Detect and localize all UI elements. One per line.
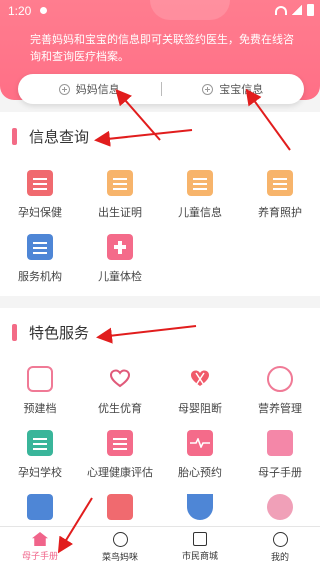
- status-bar: 1:20: [0, 0, 320, 22]
- grid-item-pregnancy-care[interactable]: 孕妇保健: [0, 170, 80, 232]
- grid-label: 母子手册: [258, 466, 302, 479]
- nav-mother-child-handbook[interactable]: 母子手册: [0, 527, 80, 568]
- bottom-navigation: 母子手册 菜鸟妈咪 市民商城 我的: [0, 526, 320, 568]
- grid-item-nutrition-management[interactable]: 营养管理: [240, 366, 320, 428]
- grid-label: 养育照护: [258, 206, 302, 219]
- grid-label: 优生优育: [98, 402, 142, 415]
- family-info-tabs: 妈妈信息 宝宝信息: [18, 74, 304, 104]
- child-info-icon: [187, 170, 213, 196]
- grid-item-birth-certificate[interactable]: 出生证明: [80, 170, 160, 232]
- signal-icon: [292, 5, 302, 15]
- add-circle-icon: [58, 83, 70, 95]
- grid-label: 营养管理: [258, 402, 302, 415]
- info-query-section: 信息查询 孕妇保健 出生证明 儿童信息 养育照护 服务机构 儿童体检: [0, 112, 320, 296]
- section-header: 信息查询: [12, 126, 89, 146]
- grid-item-mother-child-handbook[interactable]: 母子手册: [240, 430, 320, 492]
- add-circle-icon: [202, 83, 214, 95]
- shopping-bag-icon: [193, 532, 207, 546]
- heart-icon: [107, 366, 133, 392]
- home-icon: [32, 532, 48, 546]
- parenting-icon: [267, 170, 293, 196]
- tab-label: 宝宝信息: [219, 83, 264, 96]
- grid-item-mother-infant-block[interactable]: 母婴阻断: [160, 366, 240, 428]
- school-icon: [27, 430, 53, 456]
- face-icon: [112, 532, 128, 547]
- grid-item-eugenics[interactable]: 优生优育: [80, 366, 160, 428]
- grid-item-child-checkup[interactable]: 儿童体检: [80, 234, 160, 296]
- institution-icon: [27, 234, 53, 260]
- grid-label: 儿童体检: [98, 270, 142, 283]
- status-icons: [275, 4, 314, 16]
- service-icon: [107, 494, 133, 520]
- bowl-icon: [187, 494, 213, 520]
- ribbon-icon: [187, 366, 213, 392]
- grid-item-mental-health[interactable]: 心理健康评估: [80, 430, 160, 492]
- mother-baby-icon: [267, 494, 293, 520]
- section-marker: [12, 323, 17, 341]
- grid-label: 预建档: [23, 402, 57, 415]
- grid-item-parenting-care[interactable]: 养育照护: [240, 170, 320, 232]
- nav-citizen-mall[interactable]: 市民商城: [160, 527, 240, 568]
- pregnant-card-icon: [27, 366, 53, 392]
- grid-item-fetal-heart[interactable]: 胎心预约: [160, 430, 240, 492]
- grid-item-child-info[interactable]: 儿童信息: [160, 170, 240, 232]
- status-time: 1:20: [8, 4, 32, 18]
- nav-label: 市民商城: [181, 552, 218, 562]
- grid-label: 母婴阻断: [178, 402, 222, 415]
- grid-label: 心理健康评估: [87, 466, 153, 479]
- certificate-icon: [107, 170, 133, 196]
- banner-description: 完善妈妈和宝宝的信息即可关联签约医生，免费在线咨询和查询医疗档案。: [30, 33, 294, 63]
- nutrition-icon: [267, 366, 293, 392]
- clipboard-icon: [27, 170, 53, 196]
- section-header: 特色服务: [12, 322, 89, 342]
- nav-label: 菜鸟妈咪: [101, 553, 138, 563]
- grid-item-pregnancy-school[interactable]: 孕妇学校: [0, 430, 80, 492]
- medical-check-icon: [107, 234, 133, 260]
- app-screen: 1:20 完善妈妈和宝宝的信息即可关联签约医生，免费在线咨询和查询医疗档案。 妈…: [0, 0, 320, 568]
- section-title: 信息查询: [29, 127, 90, 146]
- tab-label: 妈妈信息: [75, 83, 120, 96]
- section-marker: [12, 127, 17, 145]
- grid-label: 孕妇学校: [18, 466, 62, 479]
- grid-label: 出生证明: [98, 206, 142, 219]
- nav-rookie-mom[interactable]: 菜鸟妈咪: [80, 527, 160, 568]
- service-icon: [27, 494, 53, 520]
- document-icon: [107, 430, 133, 456]
- grid-label: 服务机构: [18, 270, 62, 283]
- notification-dot-icon: [40, 7, 47, 14]
- tab-baby-info[interactable]: 宝宝信息: [162, 74, 305, 104]
- grid-label: 儿童信息: [178, 206, 222, 219]
- grid-item-pre-filing[interactable]: 预建档: [0, 366, 80, 428]
- tab-mom-info[interactable]: 妈妈信息: [18, 74, 161, 104]
- grid-label: 胎心预约: [178, 466, 222, 479]
- nav-mine[interactable]: 我的: [240, 527, 320, 568]
- nav-label: 我的: [270, 553, 289, 563]
- section-title: 特色服务: [29, 323, 90, 342]
- profile-icon: [272, 532, 288, 547]
- grid-item-service-institution[interactable]: 服务机构: [0, 234, 80, 296]
- grid-label: 孕妇保健: [18, 206, 62, 219]
- wifi-icon: [275, 5, 287, 15]
- battery-icon: [307, 4, 314, 16]
- heartbeat-icon: [187, 430, 213, 456]
- special-services-section: 特色服务 预建档 优生优育 母婴阻断 营养管理 孕妇学校 心理健康评估 胎心预约…: [0, 308, 320, 526]
- handbook-icon: [267, 430, 293, 456]
- nav-label: 母子手册: [21, 552, 58, 562]
